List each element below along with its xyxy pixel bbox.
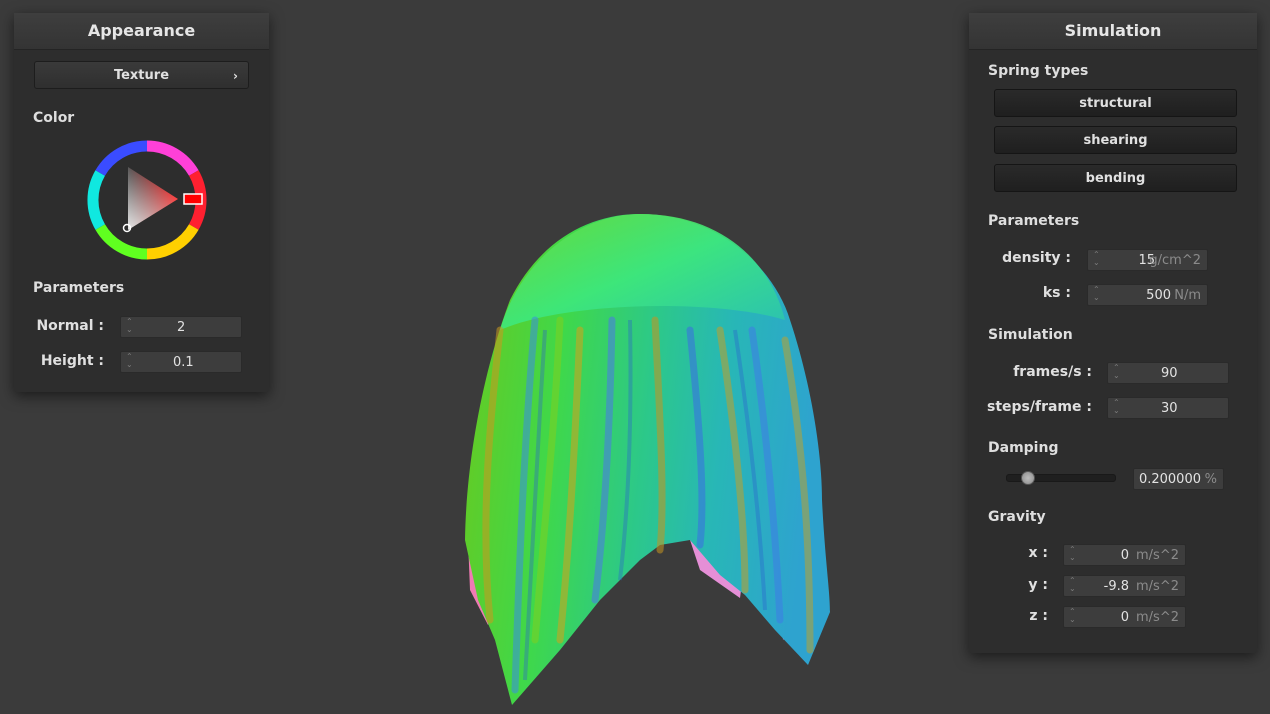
spring-types-label: Spring types bbox=[988, 63, 1089, 79]
gravity-x-label: x : bbox=[1028, 545, 1048, 561]
steps-per-frame-input[interactable]: ⌃ ⌄ 30 bbox=[1107, 397, 1229, 419]
height-value: 0.1 bbox=[173, 355, 194, 370]
density-unit: g/cm^2 bbox=[1149, 253, 1201, 268]
spinner-icon[interactable]: ⌃ ⌄ bbox=[1113, 364, 1121, 382]
damping-label: Damping bbox=[988, 440, 1059, 456]
texture-button-label: Texture bbox=[113, 68, 170, 83]
simulation-parameters-label: Parameters bbox=[988, 213, 1080, 229]
normal-label: Normal : bbox=[36, 318, 104, 334]
density-input[interactable]: ⌃ ⌄ 15 g/cm^2 bbox=[1087, 249, 1208, 271]
color-label: Color bbox=[33, 110, 75, 126]
structural-spring-button[interactable]: structural bbox=[994, 89, 1237, 117]
ks-input[interactable]: ⌃ ⌄ 500 N/m bbox=[1087, 284, 1208, 306]
spinner-icon[interactable]: ⌃ ⌄ bbox=[1069, 577, 1077, 595]
bending-label: bending bbox=[1085, 171, 1146, 186]
spinner-icon[interactable]: ⌃ ⌄ bbox=[1093, 251, 1101, 269]
spinner-icon[interactable]: ⌃ ⌄ bbox=[1069, 546, 1077, 564]
spinner-icon[interactable]: ⌃ ⌄ bbox=[126, 353, 134, 371]
spinner-icon[interactable]: ⌃ ⌄ bbox=[1093, 286, 1101, 304]
ks-value: 500 bbox=[1146, 288, 1171, 303]
gravity-x-input[interactable]: ⌃ ⌄ 0 m/s^2 bbox=[1063, 544, 1186, 566]
hue-marker bbox=[183, 193, 203, 205]
damping-input[interactable]: 0.200000 % bbox=[1133, 468, 1224, 490]
gravity-y-input[interactable]: ⌃ ⌄ -9.8 m/s^2 bbox=[1063, 575, 1186, 597]
simulation-panel-title: Simulation bbox=[969, 13, 1257, 50]
gravity-z-input[interactable]: ⌃ ⌄ 0 m/s^2 bbox=[1063, 606, 1186, 628]
normal-value: 2 bbox=[177, 320, 186, 335]
appearance-panel-title: Appearance bbox=[14, 13, 269, 50]
structural-label: structural bbox=[1079, 96, 1152, 111]
simulation-panel: Simulation Spring types structural shear… bbox=[969, 13, 1257, 653]
gravity-y-value: -9.8 bbox=[1103, 579, 1129, 594]
simulation-section-label: Simulation bbox=[988, 327, 1073, 343]
gravity-z-label: z : bbox=[1029, 608, 1048, 624]
damping-slider-knob[interactable] bbox=[1020, 471, 1035, 485]
spinner-icon[interactable]: ⌃ ⌄ bbox=[126, 318, 134, 336]
shearing-spring-button[interactable]: shearing bbox=[994, 126, 1237, 154]
shearing-label: shearing bbox=[1083, 133, 1148, 148]
frames-per-second-label: frames/s : bbox=[1013, 364, 1092, 380]
gravity-x-value: 0 bbox=[1120, 548, 1129, 563]
ks-label: ks : bbox=[1042, 285, 1071, 301]
gravity-z-unit: m/s^2 bbox=[1136, 610, 1179, 625]
gravity-y-unit: m/s^2 bbox=[1136, 579, 1179, 594]
height-label: Height : bbox=[40, 353, 104, 369]
steps-value: 30 bbox=[1161, 401, 1178, 416]
frames-per-second-input[interactable]: ⌃ ⌄ 90 bbox=[1107, 362, 1229, 384]
gravity-y-label: y : bbox=[1028, 577, 1048, 593]
ks-unit: N/m bbox=[1174, 288, 1201, 303]
damping-unit: % bbox=[1204, 472, 1217, 487]
appearance-panel: Appearance Texture › Color Parameters No… bbox=[14, 13, 269, 392]
bending-spring-button[interactable]: bending bbox=[994, 164, 1237, 192]
color-wheel[interactable] bbox=[87, 140, 207, 260]
spinner-icon[interactable]: ⌃ ⌄ bbox=[1113, 399, 1121, 417]
normal-input[interactable]: ⌃ ⌄ 2 bbox=[120, 316, 242, 338]
gravity-x-unit: m/s^2 bbox=[1136, 548, 1179, 563]
spinner-icon[interactable]: ⌃ ⌄ bbox=[1069, 608, 1077, 626]
gravity-label: Gravity bbox=[988, 509, 1046, 525]
appearance-parameters-label: Parameters bbox=[33, 280, 125, 296]
gravity-z-value: 0 bbox=[1120, 610, 1129, 625]
fps-value: 90 bbox=[1161, 366, 1178, 381]
height-input[interactable]: ⌃ ⌄ 0.1 bbox=[120, 351, 242, 373]
steps-per-frame-label: steps/frame : bbox=[987, 399, 1092, 415]
texture-button[interactable]: Texture › bbox=[34, 61, 249, 89]
chevron-right-icon: › bbox=[233, 69, 238, 83]
damping-value: 0.200000 bbox=[1138, 472, 1201, 487]
density-label: density : bbox=[1002, 250, 1071, 266]
